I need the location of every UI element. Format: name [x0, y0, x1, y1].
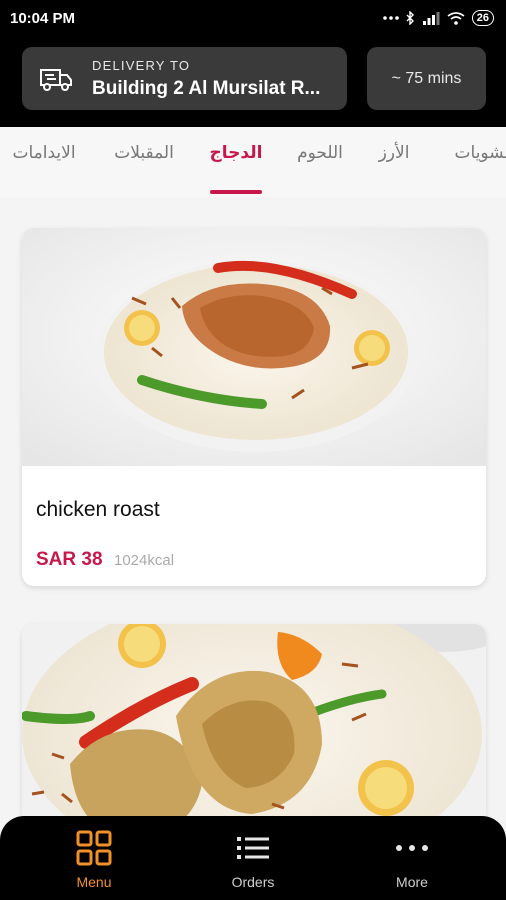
status-icons: 26: [382, 10, 494, 26]
chicken-dish-image: [22, 624, 486, 824]
delivery-label: DELIVERY TO: [92, 57, 191, 73]
menu-item-card[interactable]: chicken roast SAR 38 1024kcal: [22, 228, 486, 586]
eta-badge[interactable]: ~ 75 mins: [367, 47, 486, 110]
tab-appetizers[interactable]: المقبلات: [114, 143, 174, 163]
status-time: 10:04 PM: [10, 9, 76, 27]
delivery-truck-icon: [38, 64, 74, 94]
nav-label: More: [396, 874, 428, 890]
delivery-text: DELIVERY TO Building 2 Al Mursilat R...: [92, 58, 320, 100]
nav-more[interactable]: More: [362, 830, 462, 890]
nav-orders[interactable]: Orders: [203, 830, 303, 890]
menu-item-price: SAR 38: [36, 549, 103, 570]
tab-rice[interactable]: الأرز: [379, 143, 410, 163]
tab-meat[interactable]: اللحوم: [297, 143, 343, 163]
bluetooth-icon: [406, 11, 415, 25]
signal-icon: [422, 11, 440, 25]
more-dots-icon: [394, 830, 430, 866]
status-bar: 10:04 PM 26: [0, 0, 506, 36]
tab-grills[interactable]: مشويات: [455, 143, 506, 163]
header: DELIVERY TO Building 2 Al Mursilat R... …: [0, 36, 506, 127]
chicken-roast-image: [22, 228, 486, 466]
tab-stews[interactable]: الايدامات: [12, 143, 75, 163]
list-icon: [235, 830, 271, 866]
menu-item-calories: 1024kcal: [114, 552, 175, 569]
delivery-address-selector[interactable]: DELIVERY TO Building 2 Al Mursilat R...: [22, 47, 347, 110]
wifi-icon: [447, 11, 465, 25]
grid-icon: [76, 830, 112, 866]
nav-label: Orders: [231, 874, 275, 890]
active-tab-indicator: [210, 190, 262, 194]
delivery-address: Building 2 Al Mursilat R...: [92, 77, 321, 99]
menu-item-card[interactable]: [22, 624, 486, 824]
bottom-navigation: Menu Orders More: [0, 816, 506, 900]
more-dots-status-icon: [382, 16, 399, 20]
menu-item-name: chicken roast: [36, 498, 160, 521]
nav-label: Menu: [76, 874, 112, 890]
nav-menu[interactable]: Menu: [44, 830, 144, 890]
battery-icon: 26: [471, 10, 494, 26]
category-tabs: مشويات الأرز اللحوم الدجاج المقبلات الاي…: [0, 127, 506, 197]
tab-chicken[interactable]: الدجاج: [210, 143, 263, 163]
